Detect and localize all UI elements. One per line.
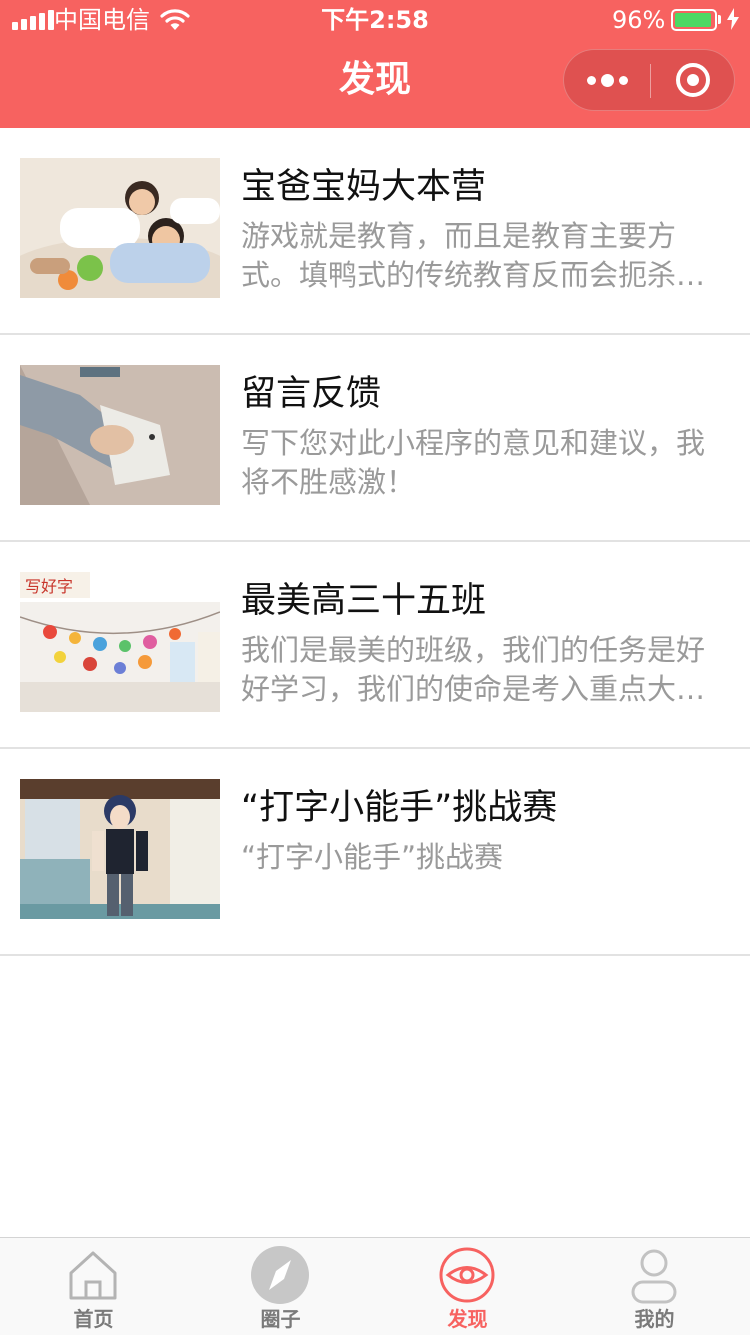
- capsule-divider: [650, 64, 651, 98]
- tab-label: 圈子: [260, 1307, 301, 1331]
- item-title: 宝爸宝妈大本营: [241, 167, 487, 207]
- family-photo: [20, 158, 220, 298]
- item-description: 游戏就是教育，而且是教育主要方式。填鸭式的传统教育反而会扼杀孩子的天性。: [241, 219, 706, 292]
- item-title: “打字小能手”挑战赛: [241, 788, 558, 828]
- record-circle-icon[interactable]: [676, 63, 710, 97]
- tab-circle[interactable]: 圈子: [187, 1238, 374, 1335]
- more-dots-icon[interactable]: [564, 50, 650, 110]
- classroom-photo: 写好字: [20, 572, 220, 712]
- item-title: 留言反馈: [241, 374, 382, 414]
- item-title: 最美高三十五班: [241, 581, 487, 621]
- battery-icon: [671, 9, 717, 31]
- tab-home[interactable]: 首页: [0, 1238, 187, 1335]
- list-item[interactable]: 写好字 最美高三十五班 我们是最美的班级，我们的任务是好好学习，我们的使命是考入…: [0, 542, 750, 749]
- eye-icon: [438, 1246, 496, 1304]
- header-bar: 中国电信 下午2:58 96% 发现: [0, 0, 750, 128]
- svg-text:写好字: 写好字: [25, 577, 73, 596]
- tab-label: 发现: [447, 1307, 488, 1331]
- anime-character-photo: [20, 779, 220, 919]
- list-item[interactable]: 宝爸宝妈大本营 游戏就是教育，而且是教育主要方式。填鸭式的传统教育反而会扼杀孩子…: [0, 128, 750, 335]
- tab-label: 首页: [73, 1307, 114, 1331]
- compass-icon: [251, 1246, 309, 1304]
- item-description: “打字小能手”挑战赛: [241, 840, 504, 874]
- list-item[interactable]: “打字小能手”挑战赛 “打字小能手”挑战赛: [0, 749, 750, 956]
- home-icon: [64, 1246, 122, 1304]
- list-item[interactable]: 留言反馈 写下您对此小程序的意见和建议，我将不胜感激！: [0, 335, 750, 542]
- status-bar: 中国电信 下午2:58 96%: [0, 0, 750, 40]
- tab-label: 我的: [634, 1307, 675, 1331]
- discover-list: 宝爸宝妈大本营 游戏就是教育，而且是教育主要方式。填鸭式的传统教育反而会扼杀孩子…: [0, 128, 750, 956]
- writing-hand-photo: [20, 365, 220, 505]
- charging-bolt-icon: [727, 8, 739, 35]
- tab-discover[interactable]: 发现: [374, 1238, 561, 1335]
- item-description: 写下您对此小程序的意见和建议，我将不胜感激！: [241, 426, 706, 499]
- mini-program-capsule: [563, 49, 735, 111]
- item-description: 我们是最美的班级，我们的任务是好好学习，我们的使命是考入重点大学。: [241, 633, 706, 706]
- bottom-tab-bar: 首页 圈子 发现 我的: [0, 1237, 750, 1335]
- tab-mine[interactable]: 我的: [561, 1238, 748, 1335]
- user-icon: [625, 1246, 683, 1304]
- battery-tip: [718, 15, 721, 24]
- battery-percent: 96%: [612, 6, 666, 34]
- battery-level: [675, 13, 712, 27]
